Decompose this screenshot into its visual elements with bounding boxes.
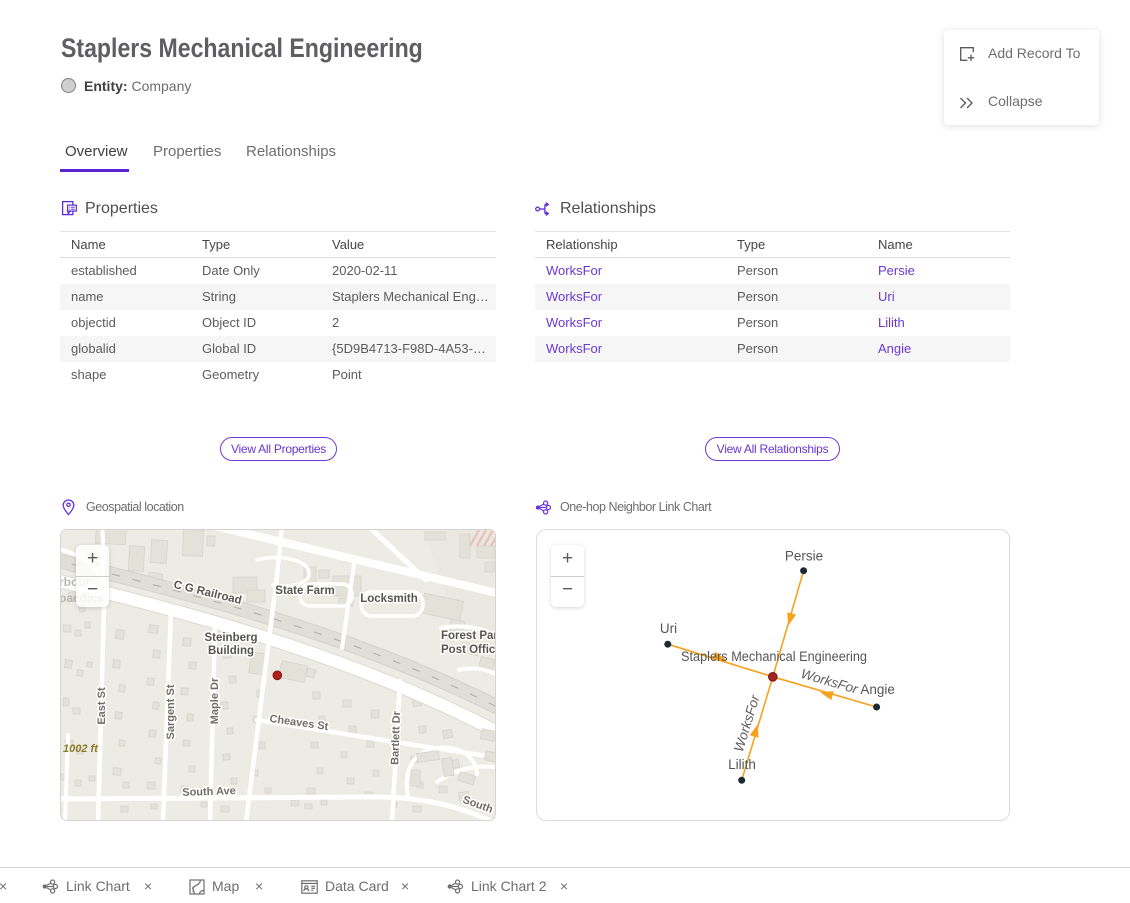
svg-text:East St: East St (96, 687, 108, 725)
svg-text:State Farm: State Farm (275, 585, 334, 597)
svg-text:Maple Dr: Maple Dr (209, 677, 221, 724)
svg-text:South Ave: South Ave (182, 785, 236, 799)
svg-text:Post Offic: Post Offic (441, 644, 495, 656)
svg-text:Forest Par: Forest Par (441, 630, 495, 642)
svg-text:Staplers Mechanical Engineerin: Staplers Mechanical Engineering (681, 649, 867, 664)
svg-text:Persie: Persie (785, 549, 823, 564)
svg-text:Uri: Uri (660, 621, 677, 636)
svg-text:Building: Building (208, 645, 254, 657)
svg-text:1002 ft: 1002 ft (63, 743, 99, 755)
svg-text:WorksFor: WorksFor (731, 693, 763, 754)
svg-text:Lilith: Lilith (728, 757, 756, 772)
svg-text:Bartlett Dr: Bartlett Dr (389, 710, 403, 765)
svg-text:Steinberg: Steinberg (204, 632, 257, 644)
svg-text:Sargent St: Sargent St (165, 684, 177, 739)
svg-text:Angie: Angie (860, 682, 895, 697)
svg-text:Locksmith: Locksmith (360, 593, 418, 605)
